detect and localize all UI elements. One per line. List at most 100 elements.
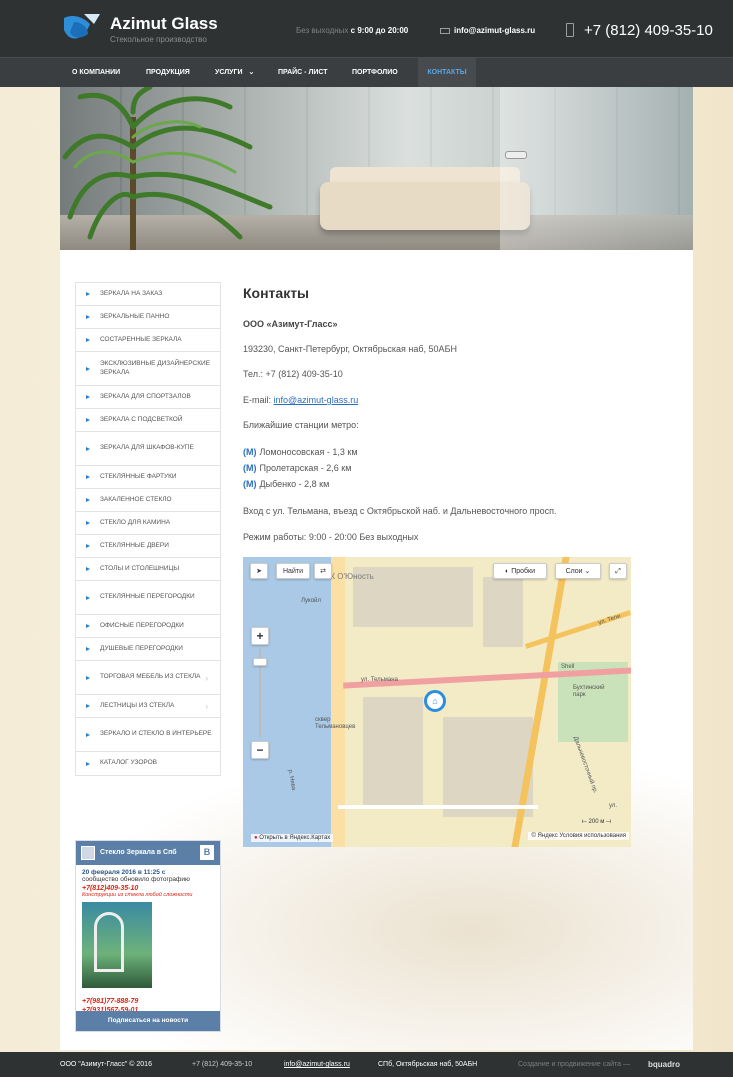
sidebar-item-label[interactable]: Зеркала для спортзалов (100, 393, 191, 402)
vk-post-date[interactable]: 20 февраля 2016 в 11:25 с (76, 865, 220, 876)
header-email[interactable]: info@azimut-glass.ru (440, 26, 535, 35)
sidebar-item-label[interactable]: Каталог узоров (100, 759, 157, 768)
zoom-in-button[interactable]: + (251, 627, 269, 645)
sidebar-item-office-partitions[interactable]: Офисные перегородки (76, 615, 220, 638)
open-in-yandex-label[interactable]: Открыть в Яндекс.Картах (259, 835, 330, 841)
bullet-icon (86, 338, 90, 342)
phone-value[interactable]: +7 (812) 409-35-10 (265, 369, 342, 379)
sidebar-item-mirrors-custom[interactable]: Зеркала на заказ (76, 283, 220, 306)
route-button[interactable]: ⇄ (314, 563, 332, 579)
sidebar-item-glass-partitions[interactable]: Стеклянные перегородки (76, 581, 220, 615)
nav-item-contacts[interactable]: Контакты (418, 58, 476, 88)
avatar (81, 846, 95, 860)
nav-item-price[interactable]: Прайс - лист (270, 58, 336, 88)
layers-button[interactable]: Слои ⌄ (555, 563, 601, 579)
sidebar-item-label[interactable]: Эксклюзивные дизайнерские зеркала (100, 360, 212, 378)
sidebar-item-label[interactable]: Закаленное стекло (100, 496, 172, 505)
company-name: ООО «Азимут-Гласс» (243, 319, 338, 329)
working-hours-info: Режим работы: 9:00 - 20:00 Без выходных (243, 532, 419, 542)
sidebar-item-glass-stairs[interactable]: Лестницы из стекла › (76, 695, 220, 718)
envelope-icon (440, 27, 450, 34)
zoom-out-button[interactable]: − (251, 741, 269, 759)
yandex-map[interactable]: ЖК О'Юность Лукойл Shell ул. Тельмана ск… (243, 557, 631, 847)
sidebar-item-mirror-panels[interactable]: Зеркальные панно (76, 306, 220, 329)
header-email-text[interactable]: info@azimut-glass.ru (454, 26, 535, 35)
sidebar-item-shower-partitions[interactable]: Душевые перегородки (76, 638, 220, 661)
geolocation-button[interactable]: ➤ (250, 563, 268, 579)
map-copyright[interactable]: © Яндекс Условия использования (528, 832, 629, 840)
sidebar-item-label[interactable]: Зеркала для шкафов-купе (100, 444, 194, 453)
subscribe-button[interactable]: Подписаться на новости (76, 1011, 220, 1031)
sidebar-item-glass-aprons[interactable]: Стеклянные фартуки (76, 466, 220, 489)
sidebar-item-label[interactable]: Торговая мебель из стекла (100, 673, 201, 682)
sidebar-item-label[interactable]: Зеркала с подсветкой (100, 416, 183, 425)
bullet-icon (86, 704, 90, 708)
traffic-button[interactable]: ◐ Пробки (493, 563, 547, 579)
header-phone-text[interactable]: +7 (812) 409-35-10 (584, 22, 713, 39)
sidebar-item-label[interactable]: Стеклянные двери (100, 542, 169, 551)
sidebar-item-label[interactable]: Стекло для камина (100, 519, 170, 528)
sidebar-item-pattern-catalog[interactable]: Каталог узоров (76, 752, 220, 775)
nav-item-portfolio[interactable]: Портфолио (344, 58, 406, 88)
sidebar-item-retail-furniture[interactable]: Торговая мебель из стекла › (76, 661, 220, 695)
footer-credit-brand[interactable]: bquadro (648, 1052, 680, 1077)
sidebar-item-label[interactable]: Стеклянные перегородки (100, 593, 195, 602)
map-river (243, 557, 338, 847)
sidebar-item-label[interactable]: Лестницы из стекла (100, 702, 174, 711)
sidebar-item-wardrobe-mirrors[interactable]: Зеркала для шкафов-купе (76, 432, 220, 466)
nav-item-services[interactable]: Услуги ⌄ (207, 58, 262, 88)
vk-logo-icon[interactable]: B (200, 845, 214, 860)
sidebar-item-glass-doors[interactable]: Стеклянные двери (76, 535, 220, 558)
entrance-info: Вход с ул. Тельмана, въезд с Октябрьской… (243, 506, 557, 516)
footer-credit: Создание и продвижение сайта — (518, 1061, 630, 1068)
footer-copyright: ООО "Азимут-Гласс" © 2016 (60, 1061, 152, 1068)
bullet-icon (86, 567, 90, 571)
sidebar-item-tables[interactable]: Столы и столешницы (76, 558, 220, 581)
sidebar-item-aged-mirrors[interactable]: Состаренные зеркала (76, 329, 220, 352)
logo-icon[interactable] (60, 10, 104, 48)
vk-widget-title[interactable]: Стекло Зеркала в Спб (100, 849, 177, 856)
metro-station: (M) Ломоносовская - 1,3 км (243, 447, 358, 457)
layers-label[interactable]: Слои (566, 568, 583, 575)
chevron-right-icon: › (205, 702, 208, 711)
location-pin-icon[interactable]: ⌂ (424, 690, 446, 712)
sidebar-item-fireplace-glass[interactable]: Стекло для камина (76, 512, 220, 535)
sidebar-item-label[interactable]: Зеркала на заказ (100, 290, 162, 299)
metro-icon: (M) (243, 447, 257, 457)
sidebar-item-tempered-glass[interactable]: Закаленное стекло (76, 489, 220, 512)
sidebar-item-backlit-mirrors[interactable]: Зеркала с подсветкой (76, 409, 220, 432)
vk-widget-header[interactable]: Стекло Зеркала в Спб B (76, 841, 220, 865)
sidebar-item-interior[interactable]: Зеркало и стекло в интерьере (76, 718, 220, 752)
sidebar-item-label[interactable]: Зеркальные панно (100, 313, 169, 322)
map-label-street: ул. Тельмана (361, 677, 398, 683)
email-link[interactable]: info@azimut-glass.ru (274, 395, 359, 405)
footer-email[interactable]: info@azimut-glass.ru (284, 1052, 350, 1077)
bullet-icon (86, 675, 90, 680)
sidebar-item-label[interactable]: Зеркало и стекло в интерьере (100, 730, 212, 739)
sidebar-item-label[interactable]: Душевые перегородки (100, 645, 183, 654)
vk-post-image[interactable] (82, 902, 152, 988)
traffic-label[interactable]: Пробки (511, 568, 535, 575)
zoom-slider-handle[interactable] (253, 658, 267, 666)
fullscreen-button[interactable]: ⤢ (609, 563, 627, 579)
nav-item-products[interactable]: Продукция (138, 58, 198, 88)
sidebar-item-gym-mirrors[interactable]: Зеркала для спортзалов (76, 386, 220, 409)
map-label-street-3: ул. (609, 803, 618, 809)
company-address: 193230, Санкт-Петербург, Октябрьская наб… (243, 344, 457, 354)
sidebar-item-designer-mirrors[interactable]: Эксклюзивные дизайнерские зеркала (76, 352, 220, 386)
sidebar-item-label[interactable]: Столы и столешницы (100, 565, 179, 574)
hero-sofa (320, 182, 530, 230)
header-phone[interactable]: +7 (812) 409-35-10 (566, 22, 713, 39)
footer-phone[interactable]: +7 (812) 409-35-10 (192, 1052, 252, 1077)
sidebar-item-label[interactable]: Стеклянные фартуки (100, 473, 177, 482)
chevron-down-icon: ⌄ (248, 69, 255, 76)
sidebar-item-label[interactable]: Офисные перегородки (100, 622, 184, 631)
nav-item-about[interactable]: О компании (64, 58, 128, 88)
nav-item-services-label[interactable]: Услуги (215, 69, 243, 76)
vk-post-phone-2: +7(981)77-888-79 (82, 998, 139, 1005)
logo-subtitle: Стекольное производство (110, 35, 207, 44)
map-find-button[interactable]: Найти (276, 563, 310, 579)
sidebar-item-label[interactable]: Состаренные зеркала (100, 336, 182, 345)
logo-title[interactable]: Azimut Glass (110, 14, 218, 34)
open-in-yandex-link[interactable]: ● Открыть в Яндекс.Картах (251, 834, 334, 842)
